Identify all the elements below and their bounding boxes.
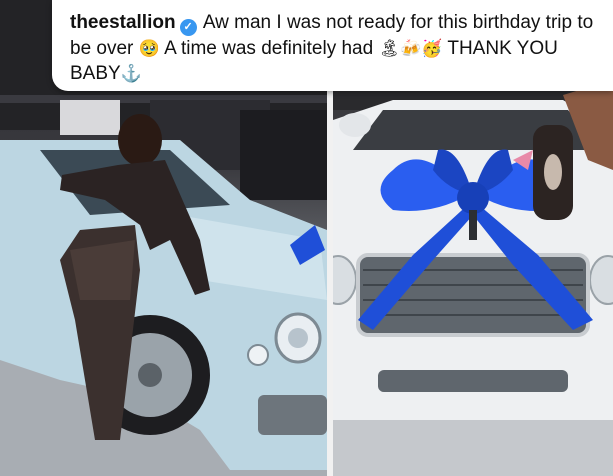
caption-card: theestallion ✓ Aw man I was not ready for… (52, 0, 613, 91)
anchor-emoji-icon: ⚓ (120, 64, 142, 83)
pleading-face-emoji-icon: 🥹 (138, 39, 160, 58)
party-face-emoji-icon: 🥳 (421, 39, 443, 58)
username[interactable]: theestallion (70, 12, 176, 33)
beers-emoji-icon: 🍻 (400, 39, 422, 58)
verified-badge-icon: ✓ (179, 19, 197, 36)
caption-text-2: A time was definitely had (164, 38, 374, 59)
island-emoji-icon: 🏝 (378, 39, 401, 58)
